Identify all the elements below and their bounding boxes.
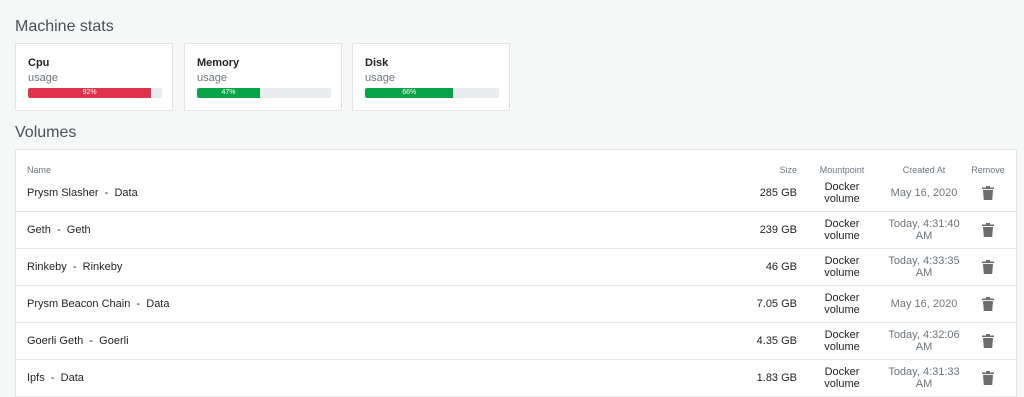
volume-mountpoint: Docker volume (824, 292, 860, 316)
volume-created-at: Today, 4:33:35 AM (888, 255, 960, 279)
volume-created-at: May 16, 2020 (890, 298, 958, 310)
memory-stat-card: Memory usage 47% (184, 43, 342, 111)
trash-icon[interactable] (982, 223, 994, 237)
dnp-name: Prysm Beacon Chain (27, 298, 131, 310)
trash-icon[interactable] (982, 371, 994, 385)
header-name: Name (27, 165, 52, 175)
volume-size: 46 GB (765, 261, 797, 273)
memory-progress-fill: 47% (197, 88, 260, 98)
volume-mountpoint: Docker volume (824, 181, 860, 205)
volume-size: 239 GB (759, 224, 797, 236)
volume-created-at: Today, 4:32:06 AM (888, 329, 960, 353)
volumes-title: Volumes (15, 124, 77, 141)
volume-created-at: Today, 4:31:33 AM (888, 366, 960, 390)
cpu-progress-fill: 92% (28, 88, 152, 98)
trash-icon[interactable] (982, 260, 994, 274)
name-separator: - (72, 261, 77, 273)
stat-sub: usage (365, 72, 395, 84)
volume-label: Goerli (99, 335, 129, 347)
trash-icon[interactable] (982, 186, 994, 200)
volume-size: 1.83 GB (756, 372, 797, 384)
table-row: Goerli Geth - Goerli 4.35 GB Docker volu… (16, 323, 1016, 360)
header-size: Size (779, 165, 797, 175)
volume-mountpoint: Docker volume (824, 218, 860, 242)
volume-size: 4.35 GB (756, 335, 797, 347)
volume-name: Ipfs - Data (27, 372, 84, 384)
name-separator: - (136, 298, 141, 310)
disk-progress-bar: 66% (365, 88, 499, 98)
volume-label: Data (146, 298, 170, 310)
dnp-name: Geth (27, 224, 51, 236)
name-separator: - (89, 335, 94, 347)
stat-name: Disk (365, 57, 389, 69)
header-created-at: Created At (902, 165, 946, 175)
volume-size: 7.05 GB (756, 298, 797, 310)
table-row: Prysm Slasher - Data 285 GB Docker volum… (16, 175, 1016, 212)
remove-button[interactable] (970, 223, 1006, 237)
volume-label: Rinkeby (82, 261, 123, 273)
table-row: Rinkeby - Rinkeby 46 GB Docker volume To… (16, 249, 1016, 286)
dnp-name: Prysm Slasher (27, 187, 99, 199)
volume-name: Goerli Geth - Goerli (27, 335, 129, 347)
remove-button[interactable] (970, 334, 1006, 348)
dnp-name: Ipfs (27, 372, 45, 384)
dnp-name: Rinkeby (27, 261, 67, 273)
trash-icon[interactable] (982, 334, 994, 348)
name-separator: - (50, 372, 55, 384)
volume-name: Rinkeby - Rinkeby (27, 261, 122, 273)
remove-button[interactable] (970, 260, 1006, 274)
table-row: Ipfs - Data 1.83 GB Docker volume Today,… (16, 360, 1016, 397)
stat-sub: usage (28, 72, 58, 84)
header-remove: Remove (971, 165, 1005, 175)
stat-name: Cpu (28, 57, 50, 69)
stat-name: Memory (197, 57, 240, 69)
volume-size: 285 GB (759, 187, 797, 199)
table-row: Prysm Beacon Chain - Data 7.05 GB Docker… (16, 286, 1016, 323)
volume-name: Prysm Beacon Chain - Data (27, 298, 170, 310)
volume-created-at: May 16, 2020 (890, 187, 958, 199)
table-row: Geth - Geth 239 GB Docker volume Today, … (16, 212, 1016, 249)
volume-mountpoint: Docker volume (824, 366, 860, 390)
disk-progress-fill: 66% (365, 88, 454, 98)
volume-label: Geth (66, 224, 91, 236)
volume-label: Data (114, 187, 138, 199)
remove-button[interactable] (970, 186, 1006, 200)
cpu-progress-bar: 92% (28, 88, 162, 98)
disk-stat-card: Disk usage 66% (352, 43, 510, 111)
volumes-table: Name Size Mountpoint Created At Remove P… (15, 149, 1017, 397)
volume-name: Geth - Geth (27, 224, 91, 236)
remove-button[interactable] (970, 297, 1006, 311)
header-mountpoint: Mountpoint (819, 165, 865, 175)
memory-progress-bar: 47% (197, 88, 331, 98)
trash-icon[interactable] (982, 297, 994, 311)
volume-label: Data (60, 372, 84, 384)
volume-created-at: Today, 4:31:40 AM (888, 218, 960, 242)
volume-name: Prysm Slasher - Data (27, 187, 138, 199)
cpu-stat-card: Cpu usage 92% (15, 43, 173, 111)
machine-stats-title: Machine stats (15, 18, 114, 35)
name-separator: - (56, 224, 61, 236)
remove-button[interactable] (970, 371, 1006, 385)
dnp-name: Goerli Geth (27, 335, 84, 347)
stat-sub: usage (197, 72, 227, 84)
volume-mountpoint: Docker volume (824, 329, 860, 353)
name-separator: - (104, 187, 109, 199)
volume-mountpoint: Docker volume (824, 255, 860, 279)
